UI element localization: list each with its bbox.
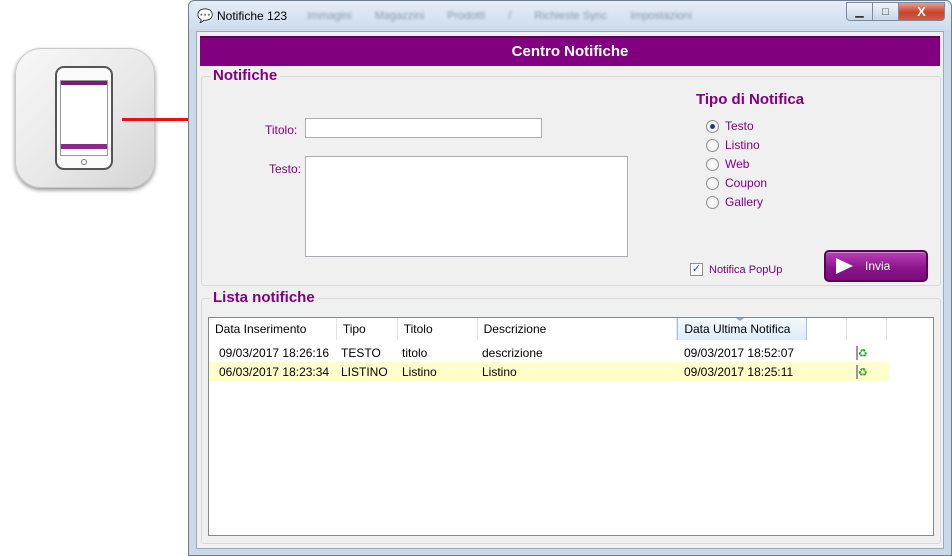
cell-tipo: TESTO	[341, 345, 381, 360]
delete-cell[interactable]	[848, 364, 888, 379]
lista-group-title: Lista notifiche	[210, 289, 318, 307]
recycle-bin-icon[interactable]	[856, 345, 858, 360]
blurred-menu: Immagini Magazzini Prodotti / Richieste …	[307, 10, 712, 22]
column-header-resend[interactable]	[807, 318, 848, 340]
radio-button[interactable]	[706, 157, 719, 171]
radio-testo[interactable]: Testo	[706, 119, 754, 133]
radio-label: Gallery	[725, 195, 764, 209]
notifica-popup-checkbox[interactable]: ✓	[690, 263, 703, 276]
notifica-popup-checkbox-row[interactable]: ✓ Notifica PopUp	[690, 263, 782, 276]
testo-textarea[interactable]	[305, 156, 628, 257]
notifiche-group: Notifiche Titolo: Testo: Tipo di Notific…	[201, 67, 941, 286]
blurred-menu-item: Immagini	[307, 10, 352, 22]
close-icon: X	[917, 4, 926, 19]
radio-coupon[interactable]: Coupon	[706, 176, 767, 190]
blurred-menu-item: Richieste Sync	[534, 10, 608, 22]
titolo-input[interactable]	[305, 118, 542, 138]
window-title: Notifiche 123	[217, 9, 288, 23]
cell-titolo: Listino	[402, 364, 437, 379]
radio-label: Web	[725, 157, 750, 171]
list-header: Data Inserimento Tipo Titolo Descrizione…	[209, 318, 933, 340]
cell-data-ultima: 09/03/2017 18:25:11	[684, 364, 794, 379]
column-header-titolo[interactable]: Titolo	[397, 318, 478, 340]
window-controls: ▁ □ X	[846, 2, 945, 21]
app-window: 💬 Notifiche 123 Immagini Magazzini Prodo…	[188, 0, 952, 556]
invia-button[interactable]: Invia	[824, 250, 928, 282]
radio-label: Testo	[725, 119, 754, 133]
column-header-tipo[interactable]: Tipo	[336, 318, 398, 340]
close-button[interactable]: X	[899, 2, 945, 21]
minimize-button[interactable]: ▁	[846, 2, 873, 21]
titolo-label: Titolo:	[265, 123, 298, 137]
radio-label: Coupon	[725, 176, 768, 190]
blurred-menu-item: /	[508, 10, 512, 22]
blurred-menu-item: Prodotti	[447, 10, 486, 22]
radio-web[interactable]: Web	[706, 157, 749, 171]
maximize-button[interactable]: □	[873, 2, 899, 21]
notifiche-group-title: Notifiche	[210, 67, 281, 85]
send-arrow-icon	[836, 258, 853, 274]
radio-button[interactable]	[706, 195, 719, 209]
radio-button-checked[interactable]	[706, 119, 719, 133]
maximize-icon: □	[882, 5, 889, 18]
lista-notifiche-group: Lista notifiche Data Inserimento Tipo Ti…	[201, 289, 941, 544]
column-header-descrizione[interactable]: Descrizione	[477, 318, 678, 340]
blurred-menu-item: Impostazioni	[630, 10, 692, 22]
radio-button[interactable]	[706, 176, 719, 190]
notifica-popup-label: Notifica PopUp	[709, 263, 783, 276]
table-row[interactable]: 06/03/2017 18:23:34 LISTINO Listino List…	[209, 362, 889, 381]
chat-bubble-icon: 💬	[197, 8, 214, 23]
page-title: Centro Notifiche	[200, 36, 940, 66]
radio-label: Listino	[725, 138, 760, 152]
recycle-bin-icon[interactable]	[856, 364, 858, 379]
title-bar[interactable]: 💬 Notifiche 123 Immagini Magazzini Prodo…	[189, 1, 951, 31]
column-header-delete[interactable]	[847, 318, 888, 340]
radio-gallery[interactable]: Gallery	[706, 195, 763, 209]
phone-header-bar	[61, 81, 107, 85]
column-header-empty	[887, 318, 933, 340]
cell-descrizione: Listino	[482, 364, 517, 379]
phone-button-bar	[61, 144, 107, 149]
cell-descrizione: descrizione	[482, 345, 543, 360]
client-area: Centro Notifiche Notifiche Titolo: Testo…	[196, 31, 944, 549]
invia-button-label: Invia	[865, 259, 891, 273]
radio-button[interactable]	[706, 138, 719, 152]
column-header-data-inserimento[interactable]: Data Inserimento	[209, 318, 337, 340]
cell-data-inserimento: 06/03/2017 18:23:34	[219, 364, 330, 379]
column-header-data-ultima-notifica[interactable]: Data Ultima Notifica	[677, 318, 808, 340]
tipo-notifica-title: Tipo di Notifica	[696, 91, 805, 108]
phone-home-button	[81, 159, 87, 165]
phone-screen	[60, 80, 108, 156]
blurred-menu-item: Magazzini	[374, 10, 425, 22]
phone-icon	[55, 66, 113, 170]
cell-tipo: LISTINO	[341, 364, 388, 379]
delete-cell[interactable]	[848, 345, 888, 360]
minimize-icon: ▁	[855, 6, 864, 18]
radio-listino[interactable]: Listino	[706, 138, 760, 152]
notifications-list-view[interactable]: Data Inserimento Tipo Titolo Descrizione…	[208, 317, 934, 536]
cell-data-inserimento: 09/03/2017 18:26:16	[219, 345, 330, 360]
cell-data-ultima: 09/03/2017 18:52:07	[684, 345, 795, 360]
cell-titolo: titolo	[402, 345, 428, 360]
table-row[interactable]: 09/03/2017 18:26:16 TESTO titolo descriz…	[209, 343, 889, 362]
testo-label: Testo:	[269, 162, 302, 176]
